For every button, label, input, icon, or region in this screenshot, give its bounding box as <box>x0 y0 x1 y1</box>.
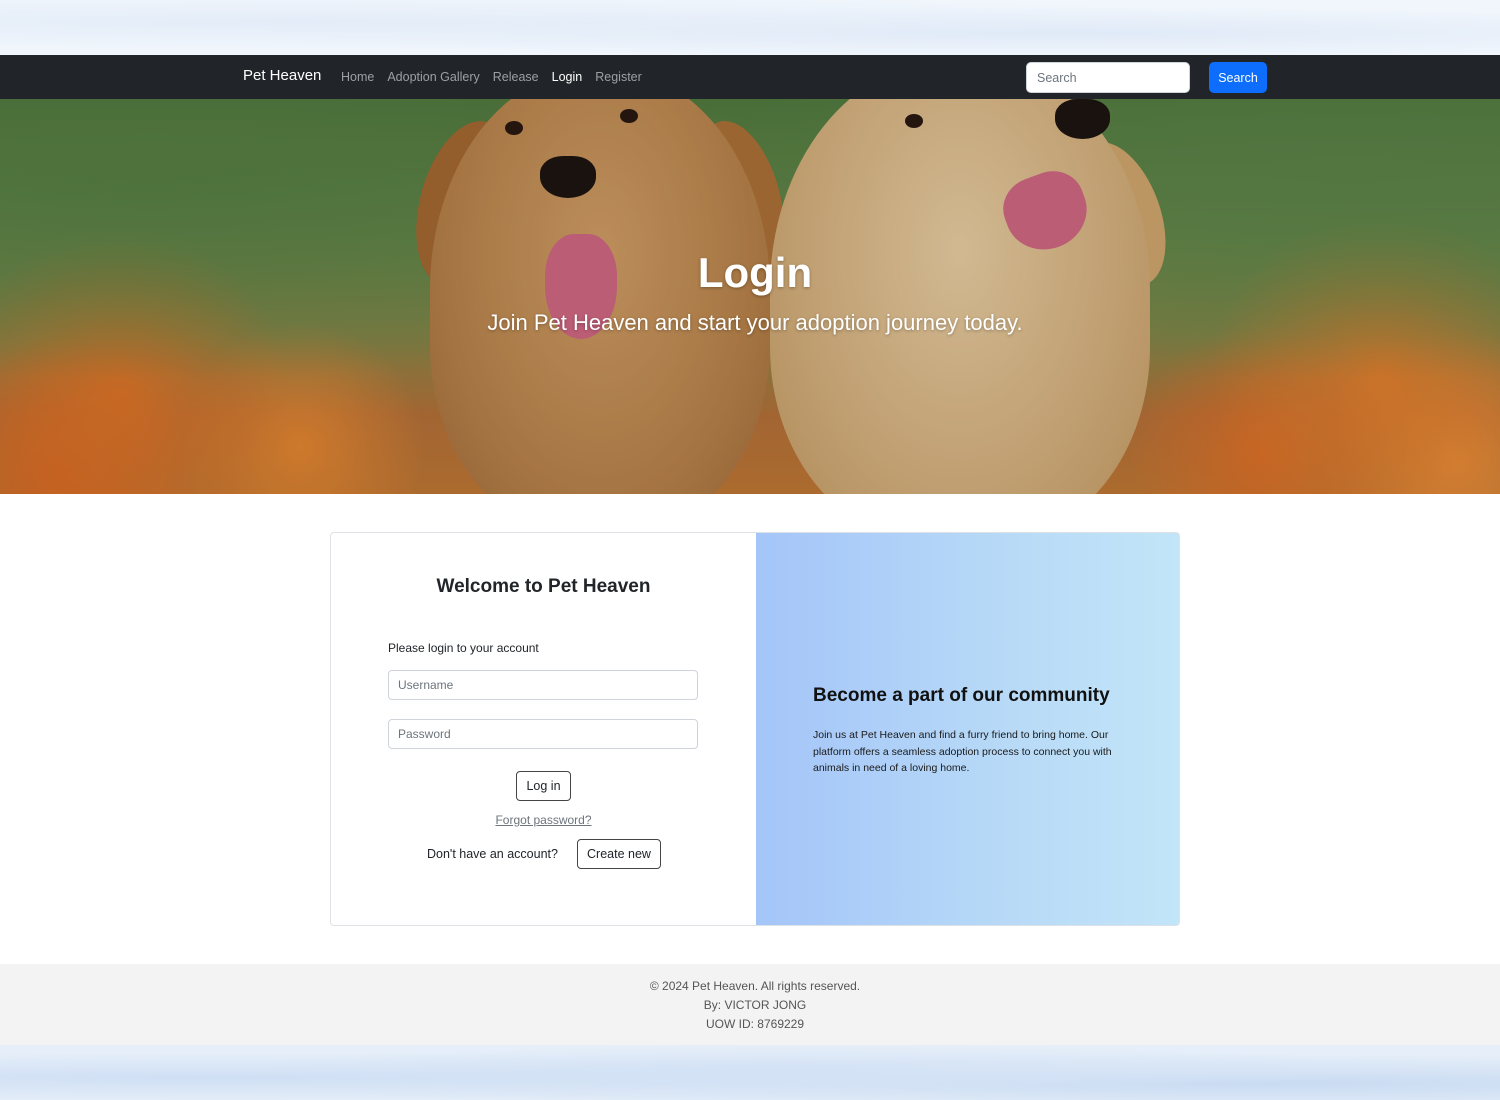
background-top <box>0 0 1500 55</box>
nav-link-register[interactable]: Register <box>595 70 642 84</box>
forgot-password-link[interactable]: Forgot password? <box>331 813 756 827</box>
community-heading: Become a part of our community <box>813 685 1110 706</box>
brand-logo[interactable]: Pet Heaven <box>243 67 321 84</box>
footer-author: By: VICTOR JONG <box>703 998 807 1012</box>
search-button[interactable]: Search <box>1209 62 1267 93</box>
login-form-panel: Welcome to Pet Heaven Please login to yo… <box>331 533 756 925</box>
footer: © 2024 Pet Heaven. All rights reserved. … <box>0 964 1500 1045</box>
login-card: Welcome to Pet Heaven Please login to yo… <box>330 532 1180 926</box>
nav-link-home[interactable]: Home <box>341 70 374 84</box>
hero-title: Login <box>697 249 813 296</box>
hero-subtitle: Join Pet Heaven and start your adoption … <box>487 310 1023 335</box>
footer-copyright: © 2024 Pet Heaven. All rights reserved. <box>649 979 861 993</box>
login-button[interactable]: Log in <box>516 771 571 801</box>
welcome-heading: Welcome to Pet Heaven <box>436 576 651 597</box>
footer-uow-id: UOW ID: 8769229 <box>705 1017 805 1031</box>
background-bottom <box>0 1045 1500 1100</box>
create-account-button[interactable]: Create new <box>577 839 661 869</box>
page: Pet Heaven Home Adoption Gallery Release… <box>0 55 1500 1045</box>
community-description: Join us at Pet Heaven and find a furry f… <box>813 729 1112 774</box>
username-field[interactable] <box>388 670 698 700</box>
hero-banner: Login Join Pet Heaven and start your ado… <box>0 99 1500 494</box>
navbar: Pet Heaven Home Adoption Gallery Release… <box>0 55 1500 99</box>
nav-link-adoption-gallery[interactable]: Adoption Gallery <box>387 70 479 84</box>
community-panel: Become a part of our community Join us a… <box>756 533 1179 925</box>
no-account-text: Don't have an account? <box>427 847 558 861</box>
nav-link-login[interactable]: Login <box>552 70 583 84</box>
search-input[interactable] <box>1026 62 1190 93</box>
login-prompt: Please login to your account <box>388 641 539 655</box>
password-field[interactable] <box>388 719 698 749</box>
nav-links: Home Adoption Gallery Release Login Regi… <box>341 70 655 84</box>
nav-link-release[interactable]: Release <box>493 70 539 84</box>
